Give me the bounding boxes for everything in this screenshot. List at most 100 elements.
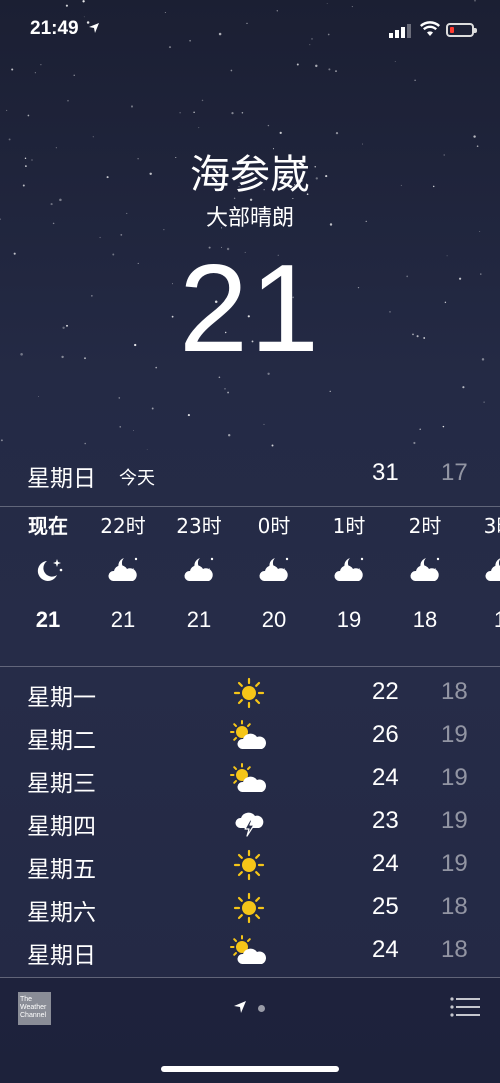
partly-cloudy-icon [230,763,266,792]
daily-row: 星期五 24 19 [0,844,500,887]
weather-channel-logo[interactable]: The Weather Channel [18,992,51,1025]
cellular-signal-icon [389,24,411,38]
partly-cloudy-icon [230,935,266,964]
star [187,414,190,417]
hour-temp: 19 [336,607,362,632]
star [73,74,75,76]
star [11,68,14,71]
star [146,448,148,450]
daily-row: 星期四 23 19 [0,801,500,844]
daily-high: 26 [372,721,399,748]
star [38,396,40,397]
hour-label: 现在 [28,514,68,538]
moon-cloud-icon [259,557,289,581]
star [483,401,485,403]
sun-icon [233,849,265,881]
moon-stars-icon [37,559,63,581]
moon-cloud-icon [184,557,214,581]
star [271,444,274,447]
star [118,397,121,399]
hourly-item: 1时 19 [311,508,387,644]
hour-label: 23时 [176,514,222,538]
home-indicator[interactable] [161,1066,339,1072]
star [414,79,416,82]
hourly-item: 2时 18 [387,508,463,644]
star [168,46,172,49]
battery-icon [446,23,477,37]
star [130,105,134,108]
star [201,99,204,102]
star [276,10,278,12]
star [224,388,226,390]
moon-cloud-icon [485,558,500,581]
daily-low: 19 [441,807,468,834]
moon-cloud-icon [410,557,440,581]
daily-high: 22 [372,678,399,705]
page-indicator-dot[interactable] [258,1005,265,1012]
today-summary-row: 星期日 今天 31 17 [0,455,500,495]
daily-row: 星期一 22 18 [0,672,500,715]
daily-day: 星期五 [27,857,96,883]
star [0,439,3,442]
star [6,109,8,111]
sun-icon [233,892,265,924]
daily-row: 星期三 24 19 [0,758,500,801]
daily-day: 星期日 [27,943,96,969]
hour-temp: 21 [35,607,61,632]
hour-temp: 21 [110,607,136,632]
status-time: 21:49 [30,18,79,39]
location-arrow-icon [89,23,99,33]
star [151,407,154,410]
star [419,428,421,431]
daily-low: 19 [441,850,468,877]
star [120,233,123,236]
today-day: 星期日 [27,466,96,492]
hourly-item: 现在 21 [10,508,86,644]
daily-day: 星期六 [27,900,96,926]
hourly-forecast[interactable]: 现在 21 22时 21 23时 21 0时 20 1时 19 2时 18 3 [0,508,500,664]
star [193,111,195,113]
daily-forecast: 星期一 22 18 星期二 26 19 星期三 24 19 星期四 23 19 … [0,672,500,973]
star [27,114,30,117]
divider-top [0,506,500,507]
star [230,69,233,72]
star [263,423,265,425]
current-location-arrow-icon[interactable] [233,1000,247,1014]
hour-temp: 1 [462,596,500,644]
star [241,112,244,114]
daily-low: 18 [441,678,468,705]
star [309,44,311,46]
daily-high: 25 [372,893,399,920]
divider-middle [0,666,500,667]
star [198,127,200,129]
city-list-icon[interactable] [450,997,480,1017]
sun-icon [233,677,265,709]
bottom-toolbar: The Weather Channel [0,978,500,1083]
daily-low: 18 [441,936,468,963]
daily-row: 星期日 24 18 [0,930,500,973]
star [40,64,42,66]
star [34,72,36,74]
star [92,136,94,138]
star [473,135,476,138]
thunderstorm-icon [235,812,264,837]
daily-high: 24 [372,936,399,963]
star [119,426,121,428]
daily-row: 星期六 25 18 [0,887,500,930]
star [442,425,445,428]
hour-label: 1时 [332,514,366,538]
partly-cloudy-icon [230,720,266,749]
star [267,124,270,127]
hour-label: 3时 [483,514,500,538]
star [132,429,134,431]
star [335,131,339,135]
star [8,138,11,141]
hour-label: 22时 [100,514,146,538]
daily-day: 星期二 [27,728,96,754]
daily-low: 19 [441,764,468,791]
today-low: 17 [441,459,468,486]
star [67,99,69,102]
star [65,4,68,7]
star [394,60,396,63]
hourly-item: 22时 21 [85,508,161,644]
